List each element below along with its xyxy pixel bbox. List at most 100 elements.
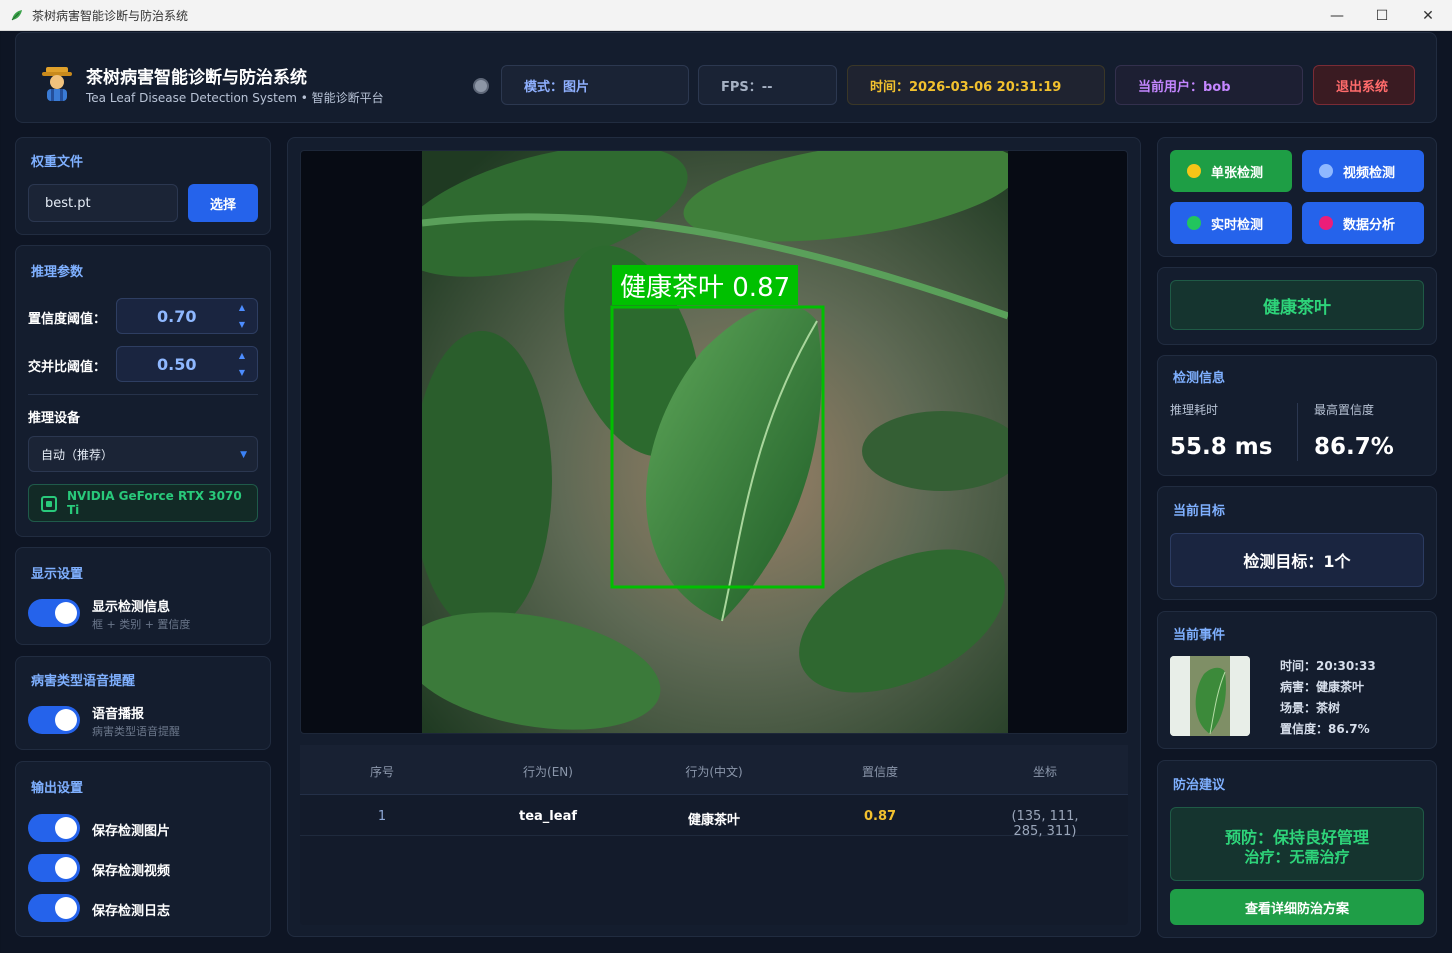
event-disease: 病害：健康茶叶 [1280, 680, 1365, 694]
event-thumbnail[interactable] [1170, 656, 1250, 736]
voice-toggle[interactable] [28, 706, 80, 734]
view-detail-plan-button[interactable]: 查看详细防治方案 [1170, 889, 1424, 925]
show-info-toggle[interactable] [28, 599, 80, 627]
video-detect-button[interactable]: 视频检测 [1302, 150, 1424, 192]
save-image-label: 保存检测图片 [92, 824, 171, 839]
app-subtitle: Tea Leaf Disease Detection System • 智能诊断… [86, 91, 384, 105]
advice-title: 防治建议 [1173, 778, 1226, 793]
current-event-title: 当前事件 [1173, 628, 1226, 643]
inference-time-label: 推理耗时 [1170, 403, 1219, 417]
weights-title: 权重文件 [31, 155, 84, 170]
confidence-spinbox[interactable]: 0.70 ▲ ▼ [116, 298, 258, 334]
output-title: 输出设置 [31, 781, 84, 796]
show-info-label: 显示检测信息 [92, 600, 171, 615]
spin-up-icon[interactable]: ▲ [239, 351, 245, 360]
col-behavior-cn: 行为(中文) [685, 765, 743, 779]
green-dot-icon [1187, 216, 1201, 230]
farmer-logo-icon [42, 67, 72, 101]
event-confidence: 置信度：86.7% [1280, 722, 1370, 736]
save-log-label: 保存检测日志 [92, 904, 171, 919]
inference-time-value: 55.8 ms [1170, 434, 1273, 460]
divider [1297, 403, 1298, 461]
app-header: 茶树病害智能诊断与防治系统 Tea Leaf Disease Detection… [15, 32, 1437, 123]
yellow-dot-icon [1187, 164, 1201, 178]
save-video-label: 保存检测视频 [92, 864, 171, 879]
display-title: 显示设置 [31, 567, 84, 582]
window-titlebar: 茶树病害智能诊断与防治系统 — ☐ ✕ [0, 0, 1452, 31]
detection-image [422, 151, 1008, 733]
table-header: 序号 行为(EN) 行为(中文) 置信度 坐标 [300, 745, 1128, 795]
status-indicator [473, 78, 489, 94]
single-detect-label: 单张检测 [1211, 165, 1264, 181]
app-title: 茶树病害智能诊断与防治系统 [86, 68, 307, 88]
gpu-name: NVIDIA GeForce RTX 3070 Ti [67, 489, 242, 517]
weights-file-field[interactable]: best.pt [28, 184, 178, 222]
save-image-toggle[interactable] [28, 814, 80, 842]
logout-button[interactable]: 退出系统 [1313, 65, 1415, 105]
result-label: 健康茶叶 [1170, 280, 1424, 330]
device-select[interactable]: 自动（推荐） ▼ [28, 436, 258, 472]
advice-prevent: 预防：保持良好管理 [1224, 828, 1369, 847]
mode-badge: 模式：图片 [501, 65, 689, 105]
save-video-toggle[interactable] [28, 854, 80, 882]
cell-behavior-en: tea_leaf [518, 809, 578, 824]
fps-badge: FPS：-- [698, 65, 837, 105]
max-confidence-label: 最高置信度 [1314, 403, 1375, 417]
confidence-label: 置信度阈值： [28, 312, 107, 327]
detection-label: 健康茶叶 0.87 [612, 265, 799, 305]
voice-label: 语音播报 [92, 707, 145, 722]
video-detect-label: 视频检测 [1343, 165, 1396, 181]
spin-down-icon[interactable]: ▼ [239, 368, 245, 377]
window-title: 茶树病害智能诊断与防治系统 [32, 8, 189, 23]
gpu-info: NVIDIA GeForce RTX 3070 Ti [28, 484, 258, 522]
results-table: 序号 行为(EN) 行为(中文) 置信度 坐标 1 tea_leaf 健康茶叶 … [300, 745, 1128, 925]
iou-label: 交并比阈值： [28, 360, 107, 375]
current-user-badge: 当前用户：bob [1115, 65, 1303, 105]
col-confidence: 置信度 [861, 765, 899, 779]
device-title: 推理设备 [28, 411, 81, 426]
col-behavior-en: 行为(EN) [523, 765, 573, 779]
cell-coords: (135, 111, 285, 311) [1011, 809, 1079, 839]
single-detect-button[interactable]: 单张检测 [1170, 150, 1292, 192]
confidence-value: 0.70 [157, 306, 197, 326]
chip-icon [41, 496, 57, 512]
iou-spinbox[interactable]: 0.50 ▲ ▼ [116, 346, 258, 382]
col-coords: 坐标 [1032, 765, 1058, 779]
time-badge: 时间：2026-03-06 20:31:19 [847, 65, 1105, 105]
blue-dot-icon [1319, 164, 1333, 178]
col-index: 序号 [369, 765, 395, 779]
select-weights-button[interactable]: 选择 [188, 184, 258, 222]
spin-up-icon[interactable]: ▲ [239, 303, 245, 312]
maximize-button[interactable]: ☐ [1359, 0, 1405, 31]
current-target-value: 检测目标：1个 [1170, 533, 1424, 587]
voice-sub: 病害类型语音提醒 [92, 725, 180, 738]
voice-title: 病害类型语音提醒 [31, 674, 136, 689]
pink-dot-icon [1319, 216, 1333, 230]
advice-box: 预防：保持良好管理 治疗：无需治疗 [1170, 807, 1424, 881]
save-log-toggle[interactable] [28, 894, 80, 922]
max-confidence-value: 86.7% [1314, 434, 1394, 460]
chevron-down-icon: ▼ [240, 450, 247, 460]
cell-index: 1 [377, 809, 387, 824]
iou-value: 0.50 [157, 354, 197, 374]
detect-info-title: 检测信息 [1173, 371, 1226, 386]
current-target-title: 当前目标 [1173, 504, 1226, 519]
realtime-detect-button[interactable]: 实时检测 [1170, 202, 1292, 244]
close-button[interactable]: ✕ [1405, 0, 1451, 31]
divider [28, 394, 258, 395]
table-row[interactable]: 1 tea_leaf 健康茶叶 0.87 (135, 111, 285, 311… [300, 796, 1128, 839]
leaf-app-icon [11, 10, 22, 21]
cell-behavior-cn: 健康茶叶 [687, 813, 741, 828]
minimize-button[interactable]: — [1314, 0, 1360, 31]
show-info-sub: 框 + 类别 + 置信度 [92, 618, 191, 631]
data-analysis-button[interactable]: 数据分析 [1302, 202, 1424, 244]
device-select-value: 自动（推荐） [41, 447, 114, 462]
spin-down-icon[interactable]: ▼ [239, 320, 245, 329]
data-analysis-label: 数据分析 [1343, 217, 1396, 233]
event-scene: 场景：茶树 [1280, 701, 1341, 715]
event-time: 时间：20:30:33 [1280, 659, 1376, 673]
image-viewer[interactable]: 健康茶叶 0.87 [300, 150, 1128, 734]
cell-confidence: 0.87 [863, 809, 897, 824]
realtime-detect-label: 实时检测 [1211, 217, 1264, 233]
advice-treat: 治疗：无需治疗 [1244, 848, 1350, 866]
